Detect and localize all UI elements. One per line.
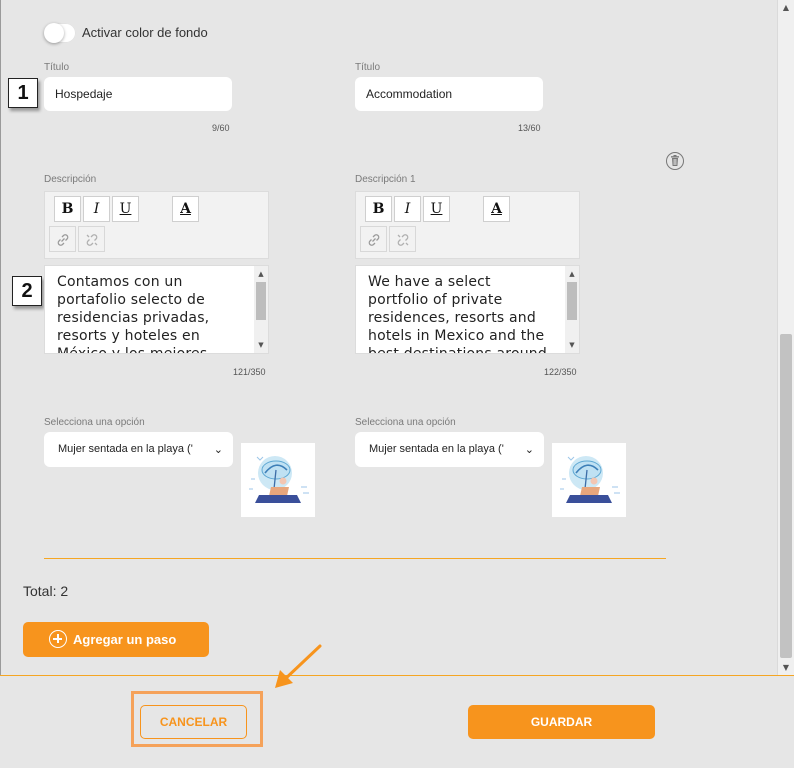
annotation-arrow-icon [272,643,324,696]
page-scrollbar[interactable]: ▲ ▼ [777,0,794,676]
background-color-toggle-label: Activar color de fondo [82,25,208,40]
link-icon[interactable] [360,226,387,252]
description-editor-en[interactable]: We have a select portfolio of private re… [355,265,580,354]
underline-button[interactable]: U [423,196,450,222]
save-button[interactable]: GUARDAR [468,705,655,739]
title-counter-es: 9/60 [212,123,230,133]
beach-woman-thumbnail [552,443,626,517]
description-label-en: Descripción 1 [355,174,416,185]
image-select-value-es: Mujer sentada en la playa (' [58,443,193,455]
dialog-footer [0,675,794,768]
italic-button[interactable]: I [83,196,110,222]
scroll-up-icon[interactable]: ▲ [254,268,268,280]
editor-scrollbar[interactable]: ▲ ▼ [565,266,579,353]
description-text-es: Contamos con un portafolio selecto de re… [57,274,210,354]
beach-woman-thumbnail [241,443,315,517]
scroll-up-icon[interactable]: ▲ [778,0,794,16]
scroll-thumb[interactable] [256,282,266,320]
step-badge-2: 2 [12,276,42,306]
unlink-icon[interactable] [78,226,105,252]
description-editor-es[interactable]: Contamos con un portafolio selecto de re… [44,265,269,354]
toggle-knob [44,23,64,43]
editor-scrollbar[interactable]: ▲ ▼ [254,266,268,353]
cancel-highlight-annotation [131,691,263,747]
image-select-es[interactable]: Mujer sentada en la playa (' ⌄ [44,432,233,467]
title-input-es[interactable]: Hospedaje [44,77,232,111]
font-color-button[interactable]: A [172,196,199,222]
bold-button[interactable]: B [365,196,392,222]
title-input-en[interactable]: Accommodation [355,77,543,111]
image-select-en[interactable]: Mujer sentada en la playa (' ⌄ [355,432,544,467]
scroll-down-icon[interactable]: ▼ [778,660,794,676]
add-step-label: Agregar un paso [73,632,177,647]
editor-toolbar-en: B I U A [355,191,580,259]
unlink-icon[interactable] [389,226,416,252]
page-scroll-thumb[interactable] [780,334,792,658]
select-label-en: Selecciona una opción [355,417,456,428]
section-divider [44,558,666,559]
total-count: Total: 2 [23,583,69,599]
link-icon[interactable] [49,226,76,252]
italic-button[interactable]: I [394,196,421,222]
description-counter-en: 122/350 [544,367,577,377]
trash-icon[interactable] [666,152,684,170]
font-color-button[interactable]: A [483,196,510,222]
background-color-toggle[interactable] [44,23,76,43]
title-label-en: Título [355,62,381,73]
step-editor-dialog: Activar color de fondo 1 Título Hospedaj… [0,0,794,768]
chevron-down-icon: ⌄ [524,443,534,456]
editor-toolbar-es: B I U A [44,191,269,259]
select-label-es: Selecciona una opción [44,417,145,428]
description-text-en: We have a select portfolio of private re… [368,274,547,354]
scroll-thumb[interactable] [567,282,577,320]
underline-button[interactable]: U [112,196,139,222]
scroll-up-icon[interactable]: ▲ [565,268,579,280]
left-border [0,0,1,676]
title-counter-en: 13/60 [518,123,541,133]
step-badge-1: 1 [8,78,38,108]
scroll-area: Activar color de fondo 1 Título Hospedaj… [0,0,794,676]
add-step-button[interactable]: Agregar un paso [23,622,209,657]
bold-button[interactable]: B [54,196,81,222]
plus-circle-icon [49,630,67,648]
scroll-down-icon[interactable]: ▼ [565,339,579,351]
title-label-es: Título [44,62,70,73]
scroll-down-icon[interactable]: ▼ [254,339,268,351]
image-select-value-en: Mujer sentada en la playa (' [369,443,504,455]
description-counter-es: 121/350 [233,367,266,377]
chevron-down-icon: ⌄ [213,443,223,456]
description-label-es: Descripción [44,174,97,185]
